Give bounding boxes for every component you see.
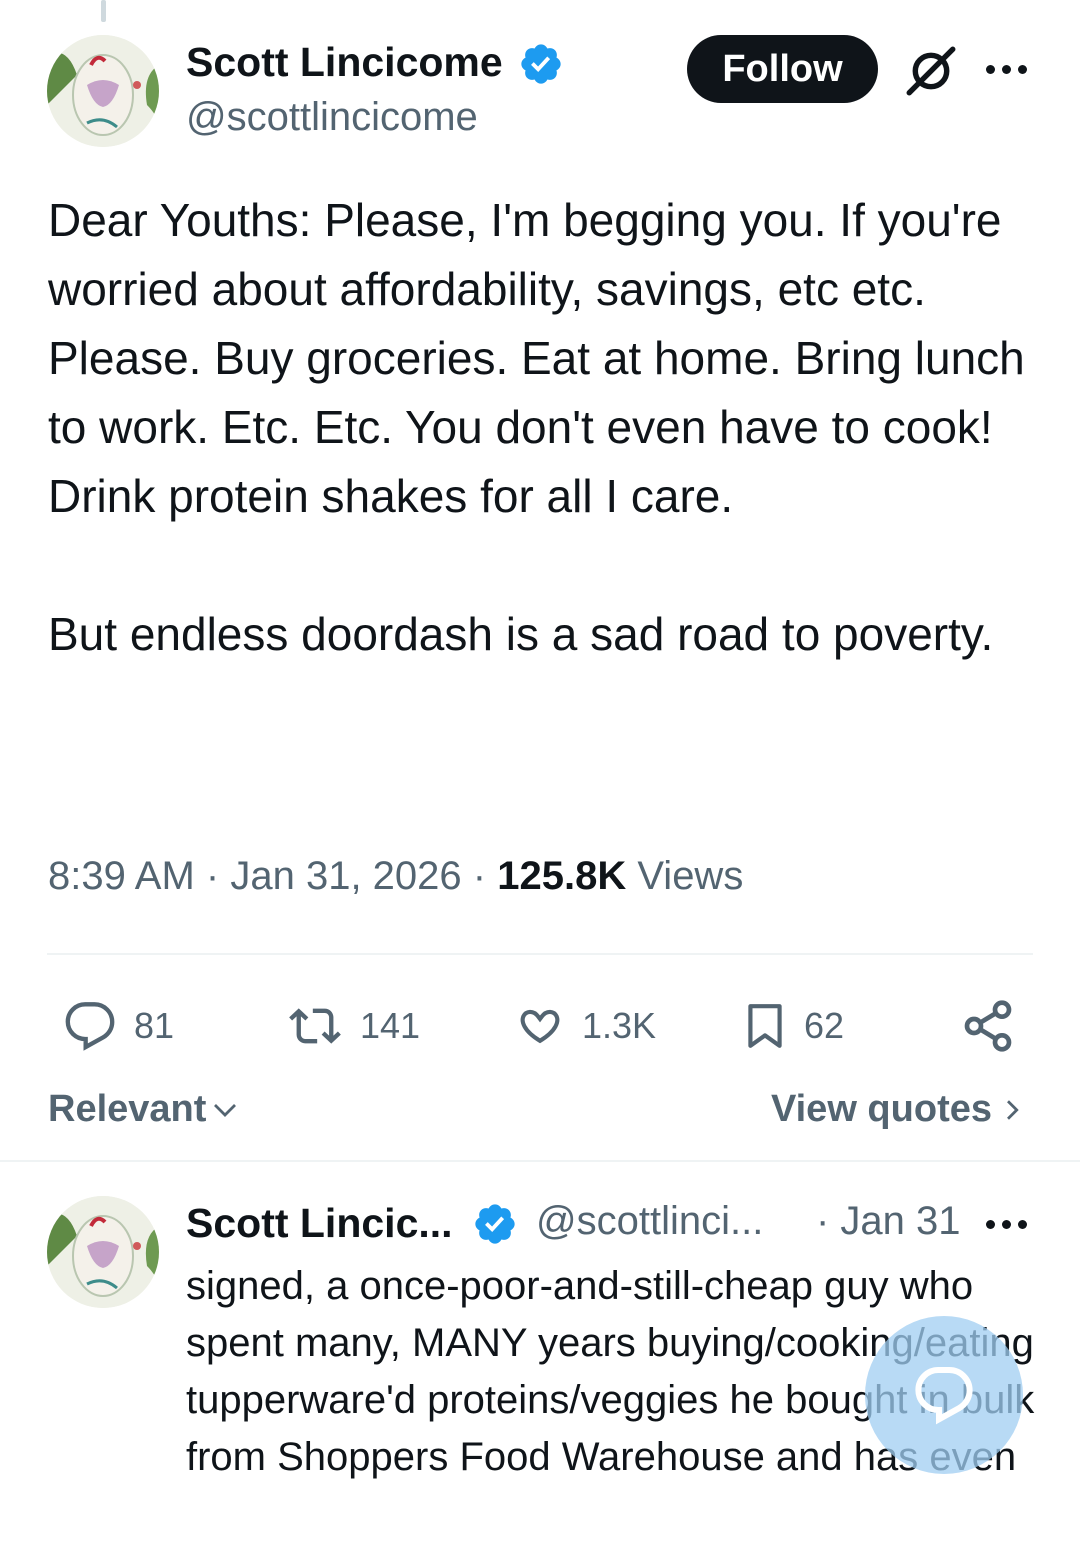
tweet-date[interactable]: Jan 31, 2026 xyxy=(230,854,461,898)
divider xyxy=(47,953,1033,955)
follow-button[interactable]: Follow xyxy=(687,35,878,103)
sort-dropdown[interactable]: Relevant xyxy=(48,1088,240,1131)
verified-badge-icon xyxy=(472,1201,518,1247)
verified-badge-icon xyxy=(518,41,564,87)
repost-count: 141 xyxy=(360,1005,421,1046)
like-button[interactable]: 1.3K xyxy=(512,996,656,1056)
views-label: Views xyxy=(637,854,744,898)
tweet-text: Dear Youths: Please, I'm begging you. If… xyxy=(48,194,1025,660)
divider xyxy=(0,1160,1080,1162)
author-handle[interactable]: @scottlincicome xyxy=(186,95,478,140)
reply-icon xyxy=(65,1002,115,1051)
bookmark-icon xyxy=(748,1004,782,1048)
reply-button[interactable]: 81 xyxy=(60,996,174,1056)
author-name[interactable]: Scott Lincicome xyxy=(186,39,503,86)
tweet-meta: 8:39 AM · Jan 31, 2026 · 125.8K Views xyxy=(48,854,743,899)
reply-date[interactable]: · Jan 31 xyxy=(816,1199,961,1244)
chevron-down-icon xyxy=(214,1103,237,1117)
grok-icon[interactable] xyxy=(902,42,960,100)
like-count: 1.3K xyxy=(582,1005,657,1046)
repost-icon xyxy=(289,1008,341,1044)
chevron-right-icon xyxy=(1007,1099,1019,1120)
meta-separator: · xyxy=(472,854,487,898)
like-icon xyxy=(520,1009,560,1044)
share-button[interactable] xyxy=(960,996,1016,1056)
tweet-time[interactable]: 8:39 AM xyxy=(48,854,195,898)
view-quotes-link[interactable]: View quotes xyxy=(771,1088,1024,1131)
reply-avatar[interactable] xyxy=(47,1196,159,1308)
views-count: 125.8K xyxy=(497,854,627,898)
view-quotes-label: View quotes xyxy=(770,1088,992,1130)
reply-handle[interactable]: @scottlinci... xyxy=(536,1199,763,1244)
share-icon xyxy=(964,1000,1012,1052)
bookmark-count: 62 xyxy=(804,1005,845,1046)
repost-button[interactable]: 141 xyxy=(284,996,420,1056)
reply-count: 81 xyxy=(134,1005,175,1046)
bookmark-button[interactable]: 62 xyxy=(740,996,844,1056)
reply-author-name[interactable]: Scott Lincic... xyxy=(186,1200,453,1247)
sort-label: Relevant xyxy=(48,1088,207,1130)
more-icon[interactable] xyxy=(986,1214,1034,1234)
compose-reply-icon xyxy=(915,1367,973,1425)
meta-separator: · xyxy=(205,854,220,898)
compose-reply-button[interactable] xyxy=(865,1316,1023,1474)
avatar[interactable] xyxy=(47,35,159,147)
thread-connector-line xyxy=(101,0,106,22)
more-icon[interactable] xyxy=(986,59,1034,79)
